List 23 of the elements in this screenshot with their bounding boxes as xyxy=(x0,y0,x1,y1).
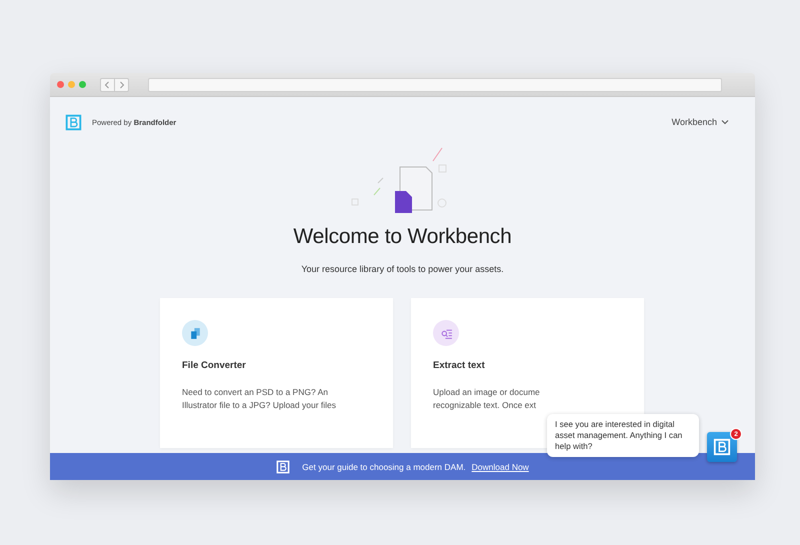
logo-icon xyxy=(65,114,82,130)
caret-icon xyxy=(721,119,729,125)
banner-text: Get your guide to choosing a modern DAM. xyxy=(302,462,466,472)
chat-launcher[interactable] xyxy=(707,432,737,462)
card-title: File Converter xyxy=(182,360,247,371)
card-description-line: Upload an image or docume xyxy=(433,386,541,399)
close-icon[interactable] xyxy=(57,81,64,88)
maximize-icon[interactable] xyxy=(79,81,86,88)
welcome-subtitle: Your resource library of tools to power your assets. xyxy=(300,264,505,274)
card-title: Extract text xyxy=(433,360,486,371)
logo-icon xyxy=(276,460,290,474)
files-icon xyxy=(188,326,202,340)
chat-message: I see you are interested in digital asset management. Anything I can help with? xyxy=(547,414,699,457)
workbench-menu[interactable]: Workbench xyxy=(672,117,729,127)
address-bar[interactable] xyxy=(148,78,722,92)
card-description-line: Illustrator file to a JPG? Upload your files xyxy=(182,399,338,412)
minimize-icon[interactable] xyxy=(68,81,75,88)
download-link[interactable]: Download Now xyxy=(472,462,529,472)
welcome-title: Welcome to Workbench xyxy=(292,225,513,249)
card-description-line: recognizable text. Once ext xyxy=(433,399,538,412)
logo-icon xyxy=(713,438,731,456)
card-description-line: Need to convert an PSD to a PNG? An xyxy=(182,386,329,399)
tool-card[interactable]: File Converter Need to convert an PSD to a PNG? An Illustrator file to a JPG? Upload your files xyxy=(160,298,393,448)
